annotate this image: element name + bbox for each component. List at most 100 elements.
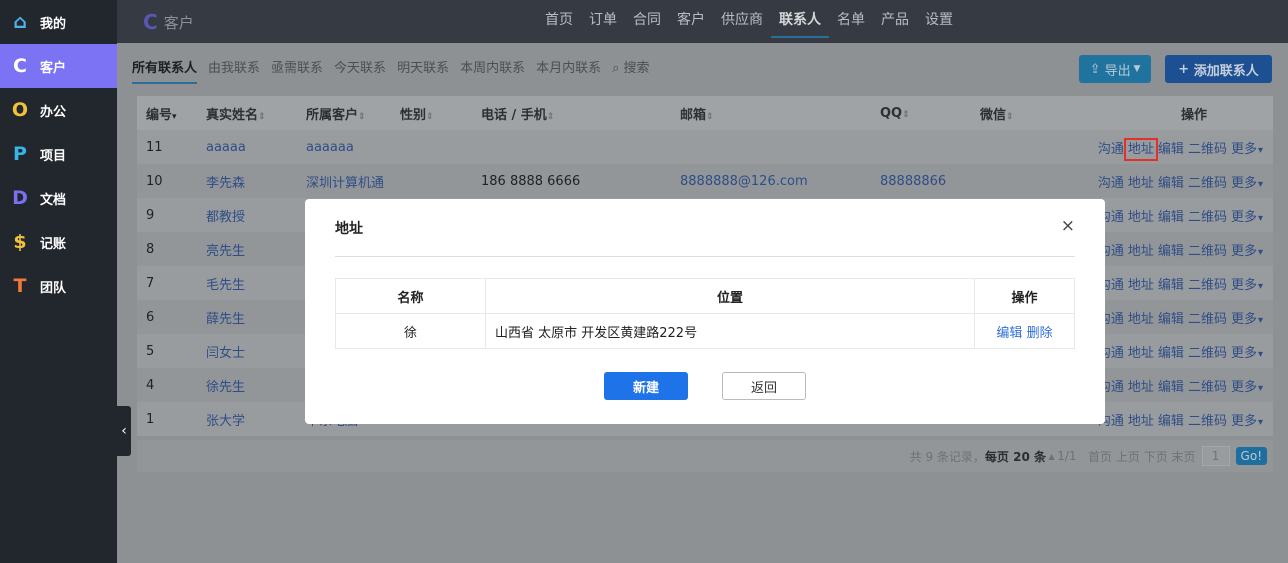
action-more[interactable]: 更多 — [1231, 346, 1257, 361]
nav-item[interactable]: 设置 — [917, 0, 961, 38]
export-button[interactable]: ⇪ 导出 ▼ — [1079, 55, 1151, 83]
action-more[interactable]: 更多 — [1231, 244, 1257, 259]
action-address[interactable]: 地址 — [1128, 176, 1154, 191]
nav-item[interactable]: 客户 — [669, 0, 713, 38]
action-edit[interactable]: 编辑 — [1158, 142, 1184, 157]
filter-tab[interactable]: 本月内联系 — [536, 56, 601, 84]
column-header[interactable]: QQ⇕ — [880, 106, 910, 121]
sidebar-item-3[interactable]: P 项目 — [0, 132, 117, 176]
cell-customer[interactable]: 深圳计算机通 — [306, 172, 384, 191]
sort-icon[interactable]: ⇕ — [706, 112, 714, 122]
nav-item[interactable]: 订单 — [581, 0, 625, 38]
cell-name[interactable]: 李先森 — [206, 172, 245, 191]
first-page-link[interactable]: 首页 — [1088, 448, 1112, 465]
nav-item[interactable]: 名单 — [829, 0, 873, 38]
cell-qq[interactable]: 88888866 — [880, 174, 946, 189]
nav-item[interactable]: 合同 — [625, 0, 669, 38]
cell-name[interactable]: aaaaa — [206, 140, 246, 155]
sidebar-collapse-button[interactable]: ‹ — [117, 406, 131, 456]
action-qrcode[interactable]: 二维码 — [1188, 414, 1227, 429]
column-header[interactable]: 真实姓名⇕ — [206, 104, 266, 123]
action-more[interactable]: 更多 — [1231, 176, 1257, 191]
nav-item[interactable]: 首页 — [537, 0, 581, 38]
action-edit[interactable]: 编辑 — [1158, 176, 1184, 191]
sort-desc-icon[interactable]: ▾ — [172, 112, 177, 122]
action-qrcode[interactable]: 二维码 — [1188, 176, 1227, 191]
filter-tab[interactable]: 由我联系 — [208, 56, 260, 84]
filter-tab[interactable]: 本周内联系 — [460, 56, 525, 84]
go-button[interactable]: Go! — [1235, 447, 1267, 465]
action-address[interactable]: 地址 — [1128, 278, 1154, 293]
action-more[interactable]: 更多 — [1231, 380, 1257, 395]
sort-icon[interactable]: ⇕ — [426, 112, 434, 122]
action-contact[interactable]: 沟通 — [1098, 142, 1124, 157]
sidebar-item-2[interactable]: O 办公 — [0, 88, 117, 132]
edit-address-link[interactable]: 编辑 — [996, 326, 1022, 341]
action-address[interactable]: 地址 — [1128, 210, 1154, 225]
filter-tab[interactable]: 所有联系人 — [132, 56, 198, 84]
action-edit[interactable]: 编辑 — [1158, 414, 1184, 429]
add-contact-button[interactable]: + 添加联系人 — [1165, 55, 1272, 83]
cell-email[interactable]: 8888888@126.com — [680, 174, 808, 189]
cell-name[interactable]: 闫女士 — [206, 342, 245, 361]
sidebar-item-6[interactable]: T 团队 — [0, 264, 117, 308]
sort-icon[interactable]: ⇕ — [358, 112, 366, 122]
prev-page-link[interactable]: 上页 — [1116, 448, 1140, 465]
back-button[interactable]: 返回 — [722, 372, 806, 400]
column-header[interactable]: 所属客户⇕ — [306, 104, 366, 123]
nav-item[interactable]: 供应商 — [713, 0, 771, 38]
column-header[interactable]: 电话 / 手机⇕ — [481, 104, 554, 123]
sidebar-item-0[interactable]: ⌂ 我的 — [0, 0, 117, 44]
action-qrcode[interactable]: 二维码 — [1188, 210, 1227, 225]
action-qrcode[interactable]: 二维码 — [1188, 312, 1227, 327]
column-header[interactable]: 邮箱⇕ — [680, 104, 714, 123]
action-more[interactable]: 更多 — [1231, 142, 1257, 157]
sort-icon[interactable]: ⇕ — [547, 112, 555, 122]
cell-name[interactable]: 毛先生 — [206, 274, 245, 293]
cell-name[interactable]: 都教授 — [206, 206, 245, 225]
action-edit[interactable]: 编辑 — [1158, 278, 1184, 293]
nav-item[interactable]: 联系人 — [771, 0, 829, 38]
action-address[interactable]: 地址 — [1128, 244, 1154, 259]
column-header[interactable]: 微信⇕ — [980, 104, 1014, 123]
new-address-button[interactable]: 新建 — [604, 372, 688, 400]
action-qrcode[interactable]: 二维码 — [1188, 142, 1227, 157]
action-address[interactable]: 地址 — [1128, 346, 1154, 361]
action-qrcode[interactable]: 二维码 — [1188, 380, 1227, 395]
delete-address-link[interactable]: 删除 — [1027, 326, 1053, 341]
action-edit[interactable]: 编辑 — [1158, 244, 1184, 259]
cell-name[interactable]: 张大学 — [206, 410, 245, 429]
next-page-link[interactable]: 下页 — [1144, 448, 1168, 465]
action-address[interactable]: 地址 — [1123, 137, 1158, 161]
sort-icon[interactable]: ⇕ — [902, 110, 910, 120]
action-qrcode[interactable]: 二维码 — [1188, 278, 1227, 293]
column-header[interactable]: 操作 — [1159, 104, 1229, 123]
filter-tab[interactable]: 今天联系 — [334, 56, 386, 84]
search-link[interactable]: ⌕ 搜索 — [612, 56, 649, 84]
action-more[interactable]: 更多 — [1231, 414, 1257, 429]
sort-icon[interactable]: ⇕ — [258, 112, 266, 122]
column-header[interactable]: 性别⇕ — [400, 104, 434, 123]
action-edit[interactable]: 编辑 — [1158, 346, 1184, 361]
action-more[interactable]: 更多 — [1231, 312, 1257, 327]
column-header[interactable]: 编号▾ — [146, 104, 177, 123]
action-edit[interactable]: 编辑 — [1158, 312, 1184, 327]
page-size-select[interactable]: 每页 20 条 — [985, 448, 1046, 465]
cell-name[interactable]: 亮先生 — [206, 240, 245, 259]
page-input[interactable]: 1 — [1201, 446, 1230, 466]
filter-tab[interactable]: 亟需联系 — [271, 56, 323, 84]
action-more[interactable]: 更多 — [1231, 210, 1257, 225]
last-page-link[interactable]: 末页 — [1172, 448, 1196, 465]
action-address[interactable]: 地址 — [1128, 380, 1154, 395]
sidebar-item-1[interactable]: C 客户 — [0, 44, 117, 88]
action-contact[interactable]: 沟通 — [1098, 176, 1124, 191]
sidebar-item-4[interactable]: D 文档 — [0, 176, 117, 220]
sidebar-item-5[interactable]: $ 记账 — [0, 220, 117, 264]
cell-name[interactable]: 徐先生 — [206, 376, 245, 395]
action-more[interactable]: 更多 — [1231, 278, 1257, 293]
action-address[interactable]: 地址 — [1128, 312, 1154, 327]
nav-item[interactable]: 产品 — [873, 0, 917, 38]
sort-icon[interactable]: ⇕ — [1006, 112, 1014, 122]
action-qrcode[interactable]: 二维码 — [1188, 244, 1227, 259]
action-edit[interactable]: 编辑 — [1158, 380, 1184, 395]
